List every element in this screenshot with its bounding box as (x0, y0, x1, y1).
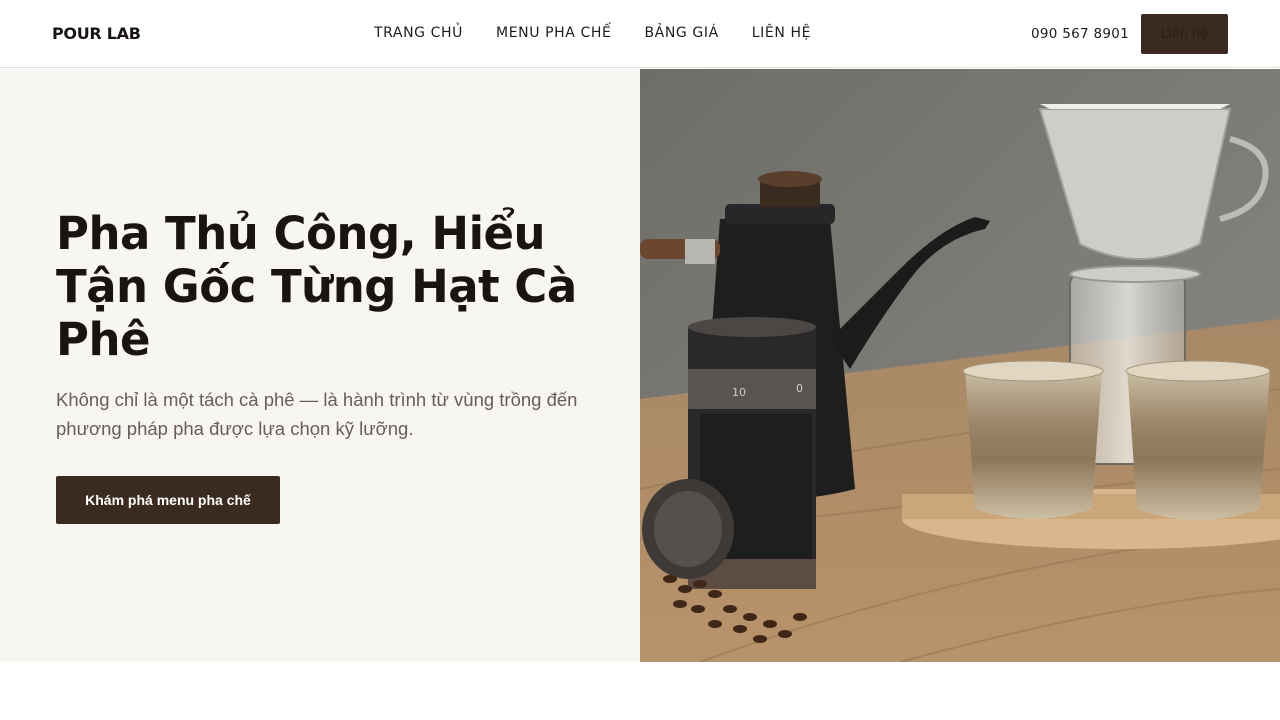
nav-item-menu[interactable]: MENU PHA CHẾ (496, 25, 611, 41)
brand-logo[interactable]: POUR LAB (52, 24, 141, 43)
hero-title: Pha Thủ Công, Hiểu Tận Gốc Từng Hạt Cà P… (56, 207, 577, 366)
grinder-mark-10: 10 (732, 386, 746, 399)
explore-menu-button[interactable]: Khám phá menu pha chế (56, 476, 280, 524)
nav-item-contact[interactable]: LIÊN HỆ (752, 25, 811, 41)
grinder-mark-0: 0 (796, 382, 803, 395)
nav-item-home[interactable]: TRANG CHỦ (374, 25, 463, 41)
hero-section: Pha Thủ Công, Hiểu Tận Gốc Từng Hạt Cà P… (0, 69, 640, 662)
contact-button[interactable]: Liên hệ (1141, 14, 1228, 54)
pour-over-coffee-photo: 10 0 (640, 69, 1280, 662)
site-header: POUR LAB TRANG CHỦ MENU PHA CHẾ BẢNG GIÁ… (0, 0, 1280, 68)
hero-image: 10 0 (640, 69, 1280, 662)
nav-item-pricing[interactable]: BẢNG GIÁ (644, 25, 718, 41)
header-phone[interactable]: 090 567 8901 (1031, 26, 1129, 42)
hero-subtitle: Không chỉ là một tách cà phê — là hành t… (56, 389, 578, 439)
main-nav: TRANG CHỦ MENU PHA CHẾ BẢNG GIÁ LIÊN HỆ (374, 25, 844, 41)
